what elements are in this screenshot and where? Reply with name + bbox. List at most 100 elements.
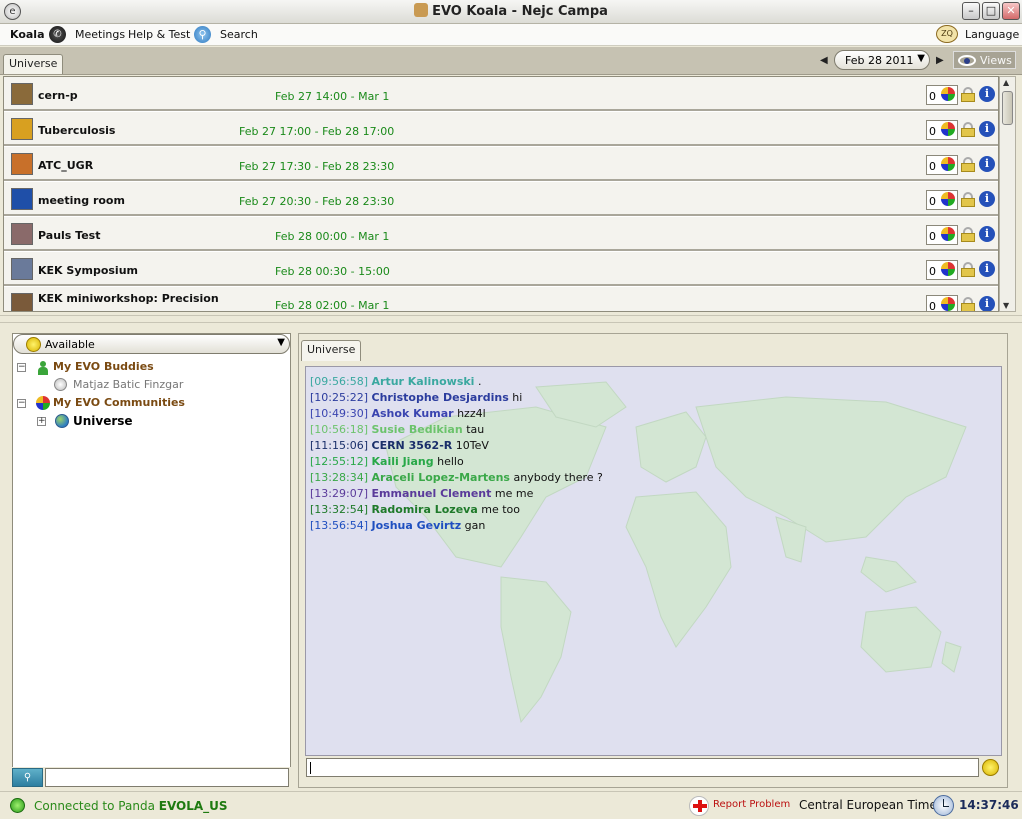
chat-message: [13:32:54] Radomira Lozeva me too: [310, 503, 520, 516]
chevron-down-icon: ▼: [277, 337, 285, 348]
lock-icon[interactable]: [961, 87, 975, 102]
meeting-row[interactable]: cern-p Feb 27 14:00 - Mar 1 0 i: [4, 77, 998, 111]
contact-search-input[interactable]: [45, 768, 289, 787]
meeting-row[interactable]: KEK Symposium Feb 28 00:30 - 15:00 0 i: [4, 252, 998, 286]
participant-count: 0: [926, 225, 958, 245]
meeting-row[interactable]: KEK miniworkshop: Precision Feb 28 02:00…: [4, 287, 998, 311]
menu-search[interactable]: Search: [220, 28, 258, 41]
meeting-row[interactable]: ATC_UGR Feb 27 17:30 - Feb 28 23:30 0 i: [4, 147, 998, 181]
menu-bar: Koala ✆ Meetings Help & Test ⚲ Search ZQ…: [0, 24, 1022, 46]
communities-icon: [36, 396, 50, 410]
info-icon[interactable]: i: [979, 296, 995, 311]
chat-sender[interactable]: Joshua Gevirtz: [372, 519, 462, 532]
menu-help-test[interactable]: Help & Test: [128, 28, 190, 41]
chat-sender[interactable]: Ashok Kumar: [372, 407, 454, 420]
lock-icon[interactable]: [961, 192, 975, 207]
contacts-panel: Available ▼ − My EVO Buddies Matjaz Bati…: [12, 333, 291, 788]
user-search-icon[interactable]: ⚲: [12, 768, 43, 787]
chat-sender[interactable]: Emmanuel Clement: [372, 487, 492, 500]
info-icon[interactable]: i: [979, 191, 995, 207]
connection-status: Connected to Panda EVOLA_US: [34, 799, 228, 813]
participants-icon: [941, 87, 955, 101]
language-icon[interactable]: ZQ: [936, 25, 958, 43]
info-icon[interactable]: i: [979, 86, 995, 102]
status-selector[interactable]: Available ▼: [13, 334, 290, 354]
timezone-label: Central European Time: [799, 798, 937, 812]
chat-sender[interactable]: Susie Bedikian: [372, 423, 463, 436]
close-button[interactable]: ✕: [1002, 2, 1020, 20]
scroll-up-icon[interactable]: ▲: [1003, 78, 1009, 87]
report-problem-link[interactable]: Report Problem: [713, 799, 790, 810]
minimize-button[interactable]: –: [962, 2, 980, 20]
communities-group-label[interactable]: My EVO Communities: [53, 396, 185, 409]
meeting-name: KEK Symposium: [38, 264, 138, 277]
menu-koala[interactable]: Koala: [10, 28, 45, 41]
community-universe[interactable]: Universe: [73, 414, 133, 428]
meeting-name: meeting room: [38, 194, 125, 207]
meeting-time: Feb 27 20:30 - Feb 28 23:30: [239, 195, 395, 208]
chat-timestamp: [10:49:30]: [310, 407, 368, 420]
tab-universe-chat[interactable]: Universe: [301, 340, 362, 361]
chat-sender[interactable]: Radomira Lozeva: [372, 503, 478, 516]
participants-icon: [941, 122, 955, 136]
scroll-down-icon[interactable]: ▼: [1003, 301, 1009, 310]
chat-sender[interactable]: CERN 3562-R: [372, 439, 453, 452]
lock-icon[interactable]: [961, 157, 975, 172]
date-value: Feb 28 2011: [845, 54, 914, 67]
previous-day-icon[interactable]: ◀: [820, 55, 828, 66]
chat-message: [12:55:12] Kaili Jiang hello: [310, 455, 464, 468]
chat-messages: [09:56:58] Artur Kalinowski . [10:25:22]…: [305, 366, 1002, 756]
lock-icon[interactable]: [961, 122, 975, 137]
chat-sender[interactable]: Christophe Desjardins: [372, 391, 509, 404]
participants-icon: [941, 262, 955, 276]
tab-universe-meetings[interactable]: Universe: [3, 54, 64, 74]
chat-message: [10:25:22] Christophe Desjardins hi: [310, 391, 522, 404]
chat-text: me me: [494, 487, 534, 500]
participant-count: 0: [926, 155, 958, 175]
collapse-communities-icon[interactable]: −: [17, 399, 26, 408]
phone-icon[interactable]: ✆: [49, 26, 66, 43]
chat-message: [11:15:06] CERN 3562-R 10TeV: [310, 439, 489, 452]
meeting-row[interactable]: Pauls Test Feb 28 00:00 - Mar 1 0 i: [4, 217, 998, 251]
menu-meetings[interactable]: Meetings: [75, 28, 125, 41]
meeting-thumbnail: [11, 153, 33, 175]
buddy-item[interactable]: Matjaz Batic Finzgar: [73, 378, 183, 391]
panel-splitter[interactable]: [0, 315, 1022, 323]
participants-icon: [941, 157, 955, 171]
chat-timestamp: [10:56:18]: [310, 423, 368, 436]
next-day-icon[interactable]: ▶: [936, 55, 944, 66]
lock-icon[interactable]: [961, 262, 975, 277]
info-icon[interactable]: i: [979, 226, 995, 242]
collapse-buddies-icon[interactable]: −: [17, 363, 26, 372]
emoticon-button-icon[interactable]: [982, 759, 999, 776]
info-icon[interactable]: i: [979, 156, 995, 172]
lock-icon[interactable]: [961, 227, 975, 242]
chat-text: hi: [512, 391, 523, 404]
scrollbar-thumb[interactable]: [1002, 91, 1013, 125]
chat-sender[interactable]: Kaili Jiang: [372, 455, 434, 468]
meeting-time: Feb 27 17:30 - Feb 28 23:30: [239, 160, 395, 173]
maximize-button[interactable]: □: [982, 2, 1000, 20]
date-selector[interactable]: Feb 28 2011 ▼: [834, 50, 930, 70]
info-icon[interactable]: i: [979, 261, 995, 277]
meeting-row[interactable]: Tuberculosis Feb 27 17:00 - Feb 28 17:00…: [4, 112, 998, 146]
chat-message: [10:56:18] Susie Bedikian tau: [310, 423, 484, 436]
views-label: Views: [980, 54, 1012, 67]
meetings-scrollbar[interactable]: ▲ ▼: [999, 76, 1016, 312]
search-icon[interactable]: ⚲: [194, 26, 211, 43]
chat-sender[interactable]: Artur Kalinowski: [372, 375, 475, 388]
chat-message: [10:49:30] Ashok Kumar hzz4l: [310, 407, 486, 420]
meeting-row[interactable]: meeting room Feb 27 20:30 - Feb 28 23:30…: [4, 182, 998, 216]
expand-universe-icon[interactable]: +: [37, 417, 46, 426]
meeting-time: Feb 28 00:30 - 15:00: [275, 265, 390, 278]
chat-sender[interactable]: Araceli Lopez-Martens: [372, 471, 510, 484]
report-problem-icon[interactable]: [689, 796, 709, 816]
menu-language[interactable]: Language: [965, 28, 1019, 41]
views-button[interactable]: Views: [953, 51, 1016, 69]
chat-text: tau: [466, 423, 485, 436]
info-icon[interactable]: i: [979, 121, 995, 137]
chat-input[interactable]: [306, 758, 979, 777]
participant-count: 0: [926, 190, 958, 210]
buddies-group-label[interactable]: My EVO Buddies: [53, 360, 154, 373]
lock-icon[interactable]: [961, 297, 975, 311]
